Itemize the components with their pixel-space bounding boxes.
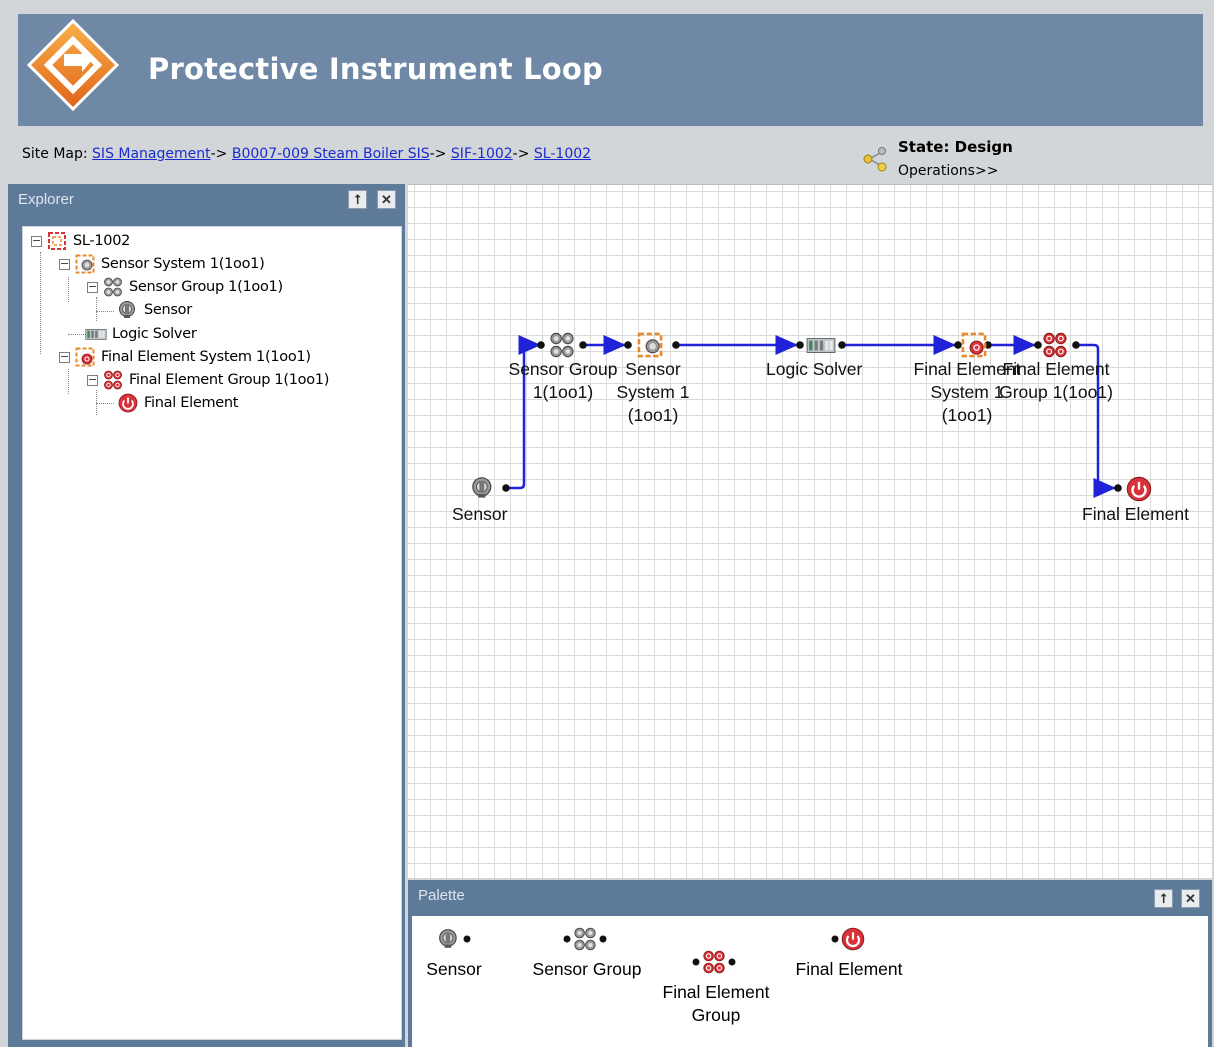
port-dot[interactable] <box>1072 341 1080 349</box>
tree-item-label: Logic Solver <box>112 326 197 342</box>
node-label-logic-solver: Logic Solver <box>766 359 863 379</box>
node-logic-solver-icon[interactable] <box>806 337 836 354</box>
tree-item-final-element[interactable]: Final Element <box>117 392 238 414</box>
sensor-system-icon <box>74 254 96 274</box>
port-dot[interactable] <box>502 484 510 492</box>
collapse-icon[interactable]: − <box>59 351 70 363</box>
port-dot[interactable] <box>838 341 846 349</box>
port-dot[interactable] <box>796 341 804 349</box>
tree-connector <box>68 334 86 335</box>
sensor-icon <box>439 929 471 949</box>
tree-item-label: Final Element Group 1(1oo1) <box>129 372 330 388</box>
tree-connector <box>40 252 41 354</box>
diagram-connectors <box>472 332 1152 502</box>
palette-title: Palette <box>418 887 465 904</box>
port-dot[interactable] <box>624 341 632 349</box>
breadcrumb-separator: -> <box>512 146 530 162</box>
breadcrumb: Site Map: SIS Management-> B0007-009 Ste… <box>22 146 591 162</box>
breadcrumb-link-steam-boiler-sis[interactable]: B0007-009 Steam Boiler SIS <box>232 146 430 162</box>
collapse-icon[interactable]: − <box>87 281 98 293</box>
collapse-icon[interactable]: − <box>87 374 98 386</box>
port-dot[interactable] <box>672 341 680 349</box>
tree-item-sensor-group[interactable]: − Sensor Group 1(1oo1) <box>87 276 283 298</box>
node-label-sensor-group: Sensor Group 1(1oo1) <box>508 359 618 402</box>
palette-item-label: Sensor Group <box>532 959 642 979</box>
tree-item-label: SL-1002 <box>73 233 131 249</box>
palette-item-label: Final Element Group <box>662 982 770 1025</box>
tree-item-label: Final Element System 1(1oo1) <box>101 349 311 365</box>
page-title: Protective Instrument Loop <box>148 52 603 86</box>
sensor-group-icon <box>102 277 124 297</box>
node-sensor-group-icon[interactable] <box>550 332 574 358</box>
node-final-element-system-icon[interactable] <box>961 332 987 358</box>
palette-item-label: Final Element <box>795 959 903 979</box>
app-logo-icon <box>26 18 120 112</box>
logic-solver-icon <box>85 324 107 344</box>
explorer-close-icon[interactable]: ✕ <box>377 190 396 209</box>
tree-item-sensor-system[interactable]: − Sensor System 1(1oo1) <box>59 253 265 275</box>
port-dot[interactable] <box>954 341 962 349</box>
tree-connector <box>68 277 69 302</box>
sensor-group-icon <box>563 927 607 951</box>
breadcrumb-prefix: Site Map: <box>22 146 93 162</box>
breadcrumb-separator: -> <box>210 146 228 162</box>
state-label: State: Design <box>898 138 1013 156</box>
diagram-canvas[interactable]: Sensor Sensor Group 1(1oo1) Sensor Syste… <box>408 184 1212 878</box>
node-label-sensor-system: Sensor System 1 (1oo1) <box>616 359 690 425</box>
palette-items: Sensor Sensor Group Final Element Group … <box>412 916 1208 1047</box>
palette-close-icon[interactable]: ✕ <box>1181 889 1200 908</box>
final-element-group-icon <box>102 370 124 390</box>
palette-item-sensor[interactable]: Sensor <box>424 926 484 981</box>
collapse-icon[interactable]: − <box>59 258 70 270</box>
tree-connector <box>96 311 114 312</box>
tree-item-logic-solver[interactable]: Logic Solver <box>85 323 197 345</box>
state-workflow-icon[interactable] <box>860 144 890 174</box>
breadcrumb-link-sif[interactable]: SIF-1002 <box>451 146 513 162</box>
tree-connector <box>96 403 114 404</box>
port-dot[interactable] <box>579 341 587 349</box>
tree-connector <box>96 297 97 321</box>
node-sensor-system-icon[interactable] <box>637 332 663 358</box>
tree-item-final-element-system[interactable]: − Final Element System 1(1oo1) <box>59 346 311 368</box>
loop-icon <box>46 231 68 251</box>
breadcrumb-link-sl[interactable]: SL-1002 <box>534 146 591 162</box>
tree-item-label: Sensor Group 1(1oo1) <box>129 279 283 295</box>
tree-item-label: Sensor System 1(1oo1) <box>101 256 265 272</box>
palette-item-sensor-group[interactable]: Sensor Group <box>528 926 646 981</box>
node-sensor-icon[interactable] <box>472 477 492 499</box>
palette-item-label: Sensor <box>426 959 482 979</box>
collapse-icon[interactable]: − <box>31 235 42 247</box>
explorer-title: Explorer <box>18 191 74 208</box>
breadcrumb-link-sis-management[interactable]: SIS Management <box>92 146 211 162</box>
explorer-panel: Explorer ⭡ ✕ − SL-1002 − Sensor System 1… <box>8 184 405 1047</box>
node-final-element-group-icon[interactable] <box>1043 332 1067 358</box>
node-final-element-icon[interactable] <box>1126 476 1152 502</box>
palette-item-final-element[interactable]: Final Element <box>787 926 911 981</box>
palette-pin-icon[interactable]: ⭡ <box>1154 889 1173 908</box>
node-label-final-element: Final Element <box>1082 504 1189 524</box>
explorer-tree: − SL-1002 − Sensor System 1(1oo1) − Sens… <box>22 226 402 1040</box>
port-dot[interactable] <box>1034 341 1042 349</box>
palette-panel: Palette ⭡ ✕ Sensor Sensor Group Final El <box>408 880 1212 1047</box>
final-element-icon <box>831 927 865 951</box>
port-dot[interactable] <box>1114 484 1122 492</box>
breadcrumb-separator: -> <box>429 146 447 162</box>
tree-connector <box>68 369 69 394</box>
port-dot[interactable] <box>537 341 545 349</box>
node-label-final-element-group: Final Element Group 1(1oo1) <box>999 359 1113 402</box>
explorer-pin-icon[interactable]: ⭡ <box>348 190 367 209</box>
tree-item-sl-1002[interactable]: − SL-1002 <box>31 230 130 252</box>
final-element-icon <box>117 393 139 413</box>
operations-link[interactable]: Operations>> <box>898 163 998 179</box>
app-window: Protective Instrument Loop Site Map: SIS… <box>0 0 1214 1047</box>
node-label-sensor: Sensor <box>452 504 508 524</box>
palette-item-final-element-group[interactable]: Final Element Group <box>656 926 776 1047</box>
tree-item-final-element-group[interactable]: − Final Element Group 1(1oo1) <box>87 369 329 391</box>
final-element-group-icon <box>692 950 736 974</box>
sensor-icon <box>117 300 139 320</box>
tree-item-label: Sensor <box>144 302 192 318</box>
tree-item-label: Final Element <box>144 395 239 411</box>
final-element-system-icon <box>74 347 96 367</box>
tree-item-sensor[interactable]: Sensor <box>117 299 192 321</box>
